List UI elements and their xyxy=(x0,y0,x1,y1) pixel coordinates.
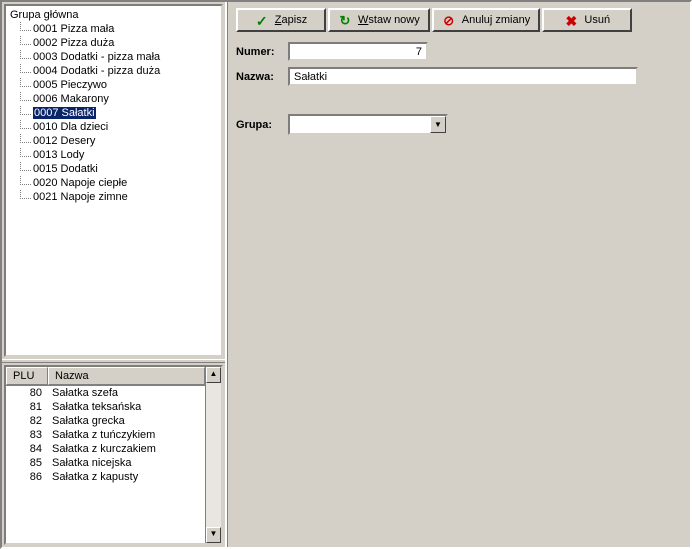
cell-nazwa: Sałatka z kurczakiem xyxy=(48,443,205,455)
table-header: PLU Nazwa xyxy=(6,367,205,386)
tree-item[interactable]: 0004 Dodatki - pizza duża xyxy=(16,64,221,78)
table-row[interactable]: 83Sałatka z tuńczykiem xyxy=(6,428,205,442)
toolbar: ✓ Zapisz ↻ Wstaw nowy ⊘ Anuluj zmiany ✖ … xyxy=(236,8,682,32)
tree-item[interactable]: 0010 Dla dzieci xyxy=(16,120,221,134)
tree-item-label: 0020 Napoje ciepłe xyxy=(33,177,127,189)
cell-plu: 80 xyxy=(6,387,48,399)
delete-label: Usuń xyxy=(584,14,610,26)
cell-plu: 86 xyxy=(6,471,48,483)
group-tree[interactable]: Grupa główna 0001 Pizza mała 0002 Pizza d… xyxy=(4,4,223,357)
nazwa-row: Nazwa: xyxy=(236,67,682,86)
col-plu[interactable]: PLU xyxy=(6,367,48,385)
insert-label-u: W xyxy=(358,14,368,26)
tree-item-label: 0004 Dodatki - pizza duża xyxy=(33,65,160,77)
tree-item[interactable]: 0001 Pizza mała xyxy=(16,22,221,36)
save-button[interactable]: ✓ Zapisz xyxy=(236,8,326,32)
tree-item[interactable]: 0003 Dodatki - pizza mała xyxy=(16,50,221,64)
tree-item-label: 0005 Pieczywo xyxy=(33,79,107,91)
no-entry-icon: ⊘ xyxy=(442,13,456,27)
tree-item-label: 0010 Dla dzieci xyxy=(33,121,108,133)
horizontal-splitter[interactable] xyxy=(2,359,225,363)
table-row[interactable]: 86Sałatka z kapusty xyxy=(6,470,205,484)
check-icon: ✓ xyxy=(255,13,269,27)
table-row[interactable]: 84Sałatka z kurczakiem xyxy=(6,442,205,456)
save-label-u: Z xyxy=(275,14,282,26)
scroll-track[interactable] xyxy=(206,383,221,527)
col-nazwa[interactable]: Nazwa xyxy=(48,367,205,385)
tree-item-label: 0015 Dodatki xyxy=(33,163,98,175)
tree-item-label: 0001 Pizza mała xyxy=(33,23,114,35)
refresh-icon: ↻ xyxy=(338,13,352,27)
cell-nazwa: Sałatka teksańska xyxy=(48,401,205,413)
tree-item-label: 0006 Makarony xyxy=(33,93,109,105)
cell-plu: 85 xyxy=(6,457,48,469)
tree-item-label: 0021 Napoje zimne xyxy=(33,191,128,203)
grupa-combo-text xyxy=(290,116,430,133)
cancel-button[interactable]: ⊘ Anuluj zmiany xyxy=(432,8,540,32)
insert-label-rest: staw nowy xyxy=(368,14,419,26)
insert-button[interactable]: ↻ Wstaw nowy xyxy=(328,8,430,32)
nazwa-input[interactable] xyxy=(288,67,638,86)
cell-plu: 81 xyxy=(6,401,48,413)
tree-item[interactable]: 0002 Pizza duża xyxy=(16,36,221,50)
cell-nazwa: Sałatka z tuńczykiem xyxy=(48,429,205,441)
plu-table: PLU Nazwa 80Sałatka szefa81Sałatka teksa… xyxy=(4,365,223,545)
chevron-down-icon[interactable]: ▼ xyxy=(430,116,446,133)
x-icon: ✖ xyxy=(564,13,578,27)
cell-plu: 84 xyxy=(6,443,48,455)
grupa-label: Grupa: xyxy=(236,119,288,131)
tree-item-label: 0007 Sałatki xyxy=(33,107,96,119)
tree-item[interactable]: 0013 Lody xyxy=(16,148,221,162)
cell-plu: 82 xyxy=(6,415,48,427)
table-row[interactable]: 82Sałatka grecka xyxy=(6,414,205,428)
right-column: ✓ Zapisz ↻ Wstaw nowy ⊘ Anuluj zmiany ✖ … xyxy=(227,2,690,547)
grupa-row: Grupa: ▼ xyxy=(236,114,682,135)
delete-button[interactable]: ✖ Usuń xyxy=(542,8,632,32)
tree-item-label: 0012 Desery xyxy=(33,135,95,147)
tree-item[interactable]: 0021 Napoje zimne xyxy=(16,190,221,204)
tree-item[interactable]: 0005 Pieczywo xyxy=(16,78,221,92)
tree-item[interactable]: 0006 Makarony xyxy=(16,92,221,106)
tree-item[interactable]: 0007 Sałatki xyxy=(16,106,221,120)
numer-row: Numer: xyxy=(236,42,682,61)
grupa-combo[interactable]: ▼ xyxy=(288,114,448,135)
numer-label: Numer: xyxy=(236,46,288,58)
cell-nazwa: Sałatka z kapusty xyxy=(48,471,205,483)
numer-input[interactable] xyxy=(288,42,428,61)
tree-item-label: 0013 Lody xyxy=(33,149,84,161)
tree-item[interactable]: 0015 Dodatki xyxy=(16,162,221,176)
cancel-label: Anuluj zmiany xyxy=(462,14,530,26)
table-row[interactable]: 81Sałatka teksańska xyxy=(6,400,205,414)
tree-item[interactable]: 0020 Napoje ciepłe xyxy=(16,176,221,190)
cell-nazwa: Sałatka nicejska xyxy=(48,457,205,469)
cell-plu: 83 xyxy=(6,429,48,441)
table-scrollbar[interactable]: ▲ ▼ xyxy=(205,367,221,543)
save-label-rest: apisz xyxy=(282,14,308,26)
tree-item[interactable]: 0012 Desery xyxy=(16,134,221,148)
scroll-down-icon[interactable]: ▼ xyxy=(206,527,221,543)
scroll-up-icon[interactable]: ▲ xyxy=(206,367,221,383)
cell-nazwa: Sałatka szefa xyxy=(48,387,205,399)
table-row[interactable]: 85Sałatka nicejska xyxy=(6,456,205,470)
cell-nazwa: Sałatka grecka xyxy=(48,415,205,427)
tree-item-label: 0003 Dodatki - pizza mała xyxy=(33,51,160,63)
tree-item-label: 0002 Pizza duża xyxy=(33,37,114,49)
left-column: Grupa główna 0001 Pizza mała 0002 Pizza d… xyxy=(2,2,227,547)
table-row[interactable]: 80Sałatka szefa xyxy=(6,386,205,400)
app-window: Grupa główna 0001 Pizza mała 0002 Pizza d… xyxy=(0,0,692,549)
nazwa-label: Nazwa: xyxy=(236,71,288,83)
tree-root[interactable]: Grupa główna xyxy=(6,8,221,22)
